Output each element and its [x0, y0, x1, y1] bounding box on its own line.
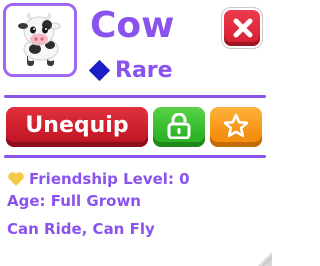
divider-top	[4, 95, 266, 98]
unequip-button[interactable]: Unequip	[6, 107, 148, 147]
star-outline-icon	[223, 113, 249, 138]
diamond-icon	[88, 59, 111, 81]
pet-portrait	[3, 3, 77, 77]
close-x-icon	[233, 18, 253, 38]
rarity-row: Rare	[88, 57, 173, 83]
heart-icon	[8, 172, 24, 186]
favorite-button[interactable]	[210, 107, 262, 147]
unlocked-padlock-icon	[167, 113, 191, 139]
friendship-level: Friendship Level: 0	[29, 170, 190, 188]
resize-grip-icon[interactable]	[254, 248, 272, 266]
pet-info-card: Cow Rare Unequip Friendship Level: 0 Age…	[0, 0, 272, 266]
pet-age: Age: Full Grown	[7, 192, 141, 210]
rarity-label: Rare	[115, 57, 173, 83]
friendship-row: Friendship Level: 0	[7, 170, 190, 188]
lock-button[interactable]	[153, 107, 205, 147]
close-button[interactable]	[221, 7, 263, 49]
pet-name: Cow	[90, 5, 175, 46]
pet-abilities: Can Ride, Can Fly	[7, 220, 155, 238]
cow-pet-icon	[18, 12, 61, 66]
divider-bottom	[4, 155, 266, 158]
